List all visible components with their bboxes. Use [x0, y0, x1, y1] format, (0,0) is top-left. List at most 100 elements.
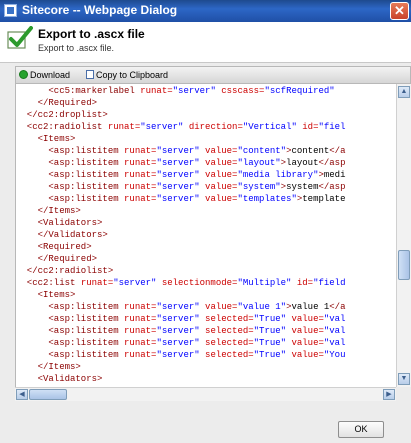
window-icon: [4, 4, 17, 17]
code-token: </Items>: [16, 362, 81, 372]
code-line: </Items>: [16, 205, 81, 217]
code-token: "True": [253, 314, 292, 324]
title-bar[interactable]: Sitecore -- Webpage Dialog ✕: [0, 0, 411, 22]
code-token: value=: [291, 314, 324, 324]
code-token: <asp:listitem: [16, 194, 125, 204]
checkmark-icon: [7, 26, 33, 49]
vertical-scrollbar[interactable]: ▲ ▼: [396, 84, 411, 387]
code-line: </Required>: [16, 97, 97, 109]
window-title: Sitecore -- Webpage Dialog: [22, 3, 178, 17]
code-line: </cc2:droplist>: [16, 109, 108, 121]
code-token: <asp:listitem: [16, 302, 125, 312]
code-token: <asp:listitem: [16, 314, 125, 324]
code-token: "templates": [237, 194, 297, 204]
code-line: </Validators>: [16, 229, 108, 241]
code-line: <Items>: [16, 133, 76, 145]
code-line: <asp:listitem runat="server" value="cont…: [16, 145, 345, 157]
code-line: <asp:listitem runat="server" value="temp…: [16, 193, 346, 205]
code-token: "field: [313, 278, 346, 288]
vertical-scroll-thumb[interactable]: [398, 249, 410, 280]
code-token: value=: [291, 350, 324, 360]
code-token: runat=: [124, 338, 157, 348]
code-token: runat=: [124, 350, 157, 360]
code-token: "server": [156, 170, 206, 180]
code-token: layout: [286, 158, 319, 168]
code-line: <asp:listitem runat="server" selected="T…: [16, 337, 345, 349]
code-token: "server": [113, 278, 162, 288]
code-token: </Validators>: [16, 230, 108, 240]
code-token: <cc2:list: [16, 278, 81, 288]
code-token: "media library": [237, 170, 319, 180]
code-token: value=: [205, 182, 238, 192]
code-token: "val: [323, 326, 346, 336]
code-token: </cc2:radiolist>: [16, 266, 114, 276]
code-token: <asp:listitem: [16, 338, 125, 348]
code-token: <Items>: [16, 134, 76, 144]
code-token: "server": [156, 326, 206, 336]
code-token: </Required>: [16, 254, 98, 264]
code-token: template: [302, 194, 346, 204]
code-token: <Required>: [16, 242, 92, 252]
code-token: id=: [302, 122, 319, 132]
code-line: <cc2:radiolist runat="server" direction=…: [16, 121, 346, 133]
scroll-down-arrow-icon[interactable]: ▼: [398, 373, 410, 385]
code-token: "server": [156, 350, 206, 360]
code-token: runat=: [124, 146, 157, 156]
code-token: medi: [323, 170, 346, 180]
code-line: <cc5:markerlabel runat="server" csscass=…: [16, 85, 340, 97]
code-token: </a: [329, 146, 346, 156]
code-token: "content": [237, 146, 287, 156]
code-token: selected=: [205, 314, 254, 324]
code-token: runat=: [80, 278, 114, 288]
close-button[interactable]: ✕: [390, 2, 409, 20]
code-token: value 1: [291, 302, 330, 312]
code-token: direction=: [188, 122, 243, 132]
code-token: </a: [329, 302, 346, 312]
code-token: <asp:listitem: [16, 326, 125, 336]
code-token: "server": [156, 146, 206, 156]
code-token: selected=: [205, 338, 254, 348]
code-line: </Required>: [16, 253, 97, 265]
code-token: "val: [323, 338, 346, 348]
code-token: runat=: [124, 194, 157, 204]
code-line: <asp:listitem runat="server" value="valu…: [16, 301, 345, 313]
code-line: <Items>: [16, 289, 76, 301]
download-icon: [19, 70, 28, 79]
webpage-dialog: Sitecore -- Webpage Dialog ✕ Export to .…: [0, 0, 411, 443]
code-token: </Required>: [16, 98, 98, 108]
horizontal-scroll-thumb[interactable]: [29, 389, 67, 400]
code-line: <Validators>: [16, 373, 103, 385]
code-token: runat=: [124, 158, 157, 168]
code-line: <cc2:list runat="server" selectionmode="…: [16, 277, 346, 289]
code-token: <asp:listitem: [16, 170, 125, 180]
code-token: "True": [253, 326, 292, 336]
horizontal-scrollbar[interactable]: ◀ ▶: [15, 387, 396, 401]
code-token: selected=: [205, 350, 254, 360]
scroll-left-arrow-icon[interactable]: ◀: [16, 389, 28, 400]
code-token: csscass=: [221, 86, 265, 96]
code-token: "system": [237, 182, 281, 192]
code-token: <cc2:radiolist: [16, 122, 108, 132]
clipboard-icon: [86, 70, 94, 79]
scroll-up-arrow-icon[interactable]: ▲: [398, 86, 410, 98]
code-token: "server": [156, 158, 206, 168]
download-button[interactable]: Download: [19, 69, 70, 82]
copy-to-clipboard-button[interactable]: Copy to Clipboard: [86, 69, 168, 82]
code-token: value=: [205, 158, 238, 168]
copy-label: Copy to Clipboard: [96, 70, 169, 80]
code-token: "True": [253, 338, 292, 348]
code-line: <asp:listitem runat="server" value="layo…: [16, 157, 346, 169]
scroll-right-arrow-icon[interactable]: ▶: [383, 389, 395, 400]
code-view[interactable]: <cc5:markerlabel runat="server" csscass=…: [15, 84, 397, 387]
code-token: "scfRequired": [264, 86, 341, 96]
code-token: <Validators>: [16, 218, 103, 228]
ok-button[interactable]: OK: [338, 421, 384, 438]
code-token: runat=: [124, 302, 157, 312]
code-token: runat=: [107, 122, 141, 132]
download-label: Download: [30, 70, 71, 80]
code-token: "server": [156, 182, 206, 192]
code-token: runat=: [124, 314, 157, 324]
code-token: <Validators>: [16, 374, 103, 384]
code-token: </asp: [318, 158, 346, 168]
code-token: value=: [205, 170, 238, 180]
